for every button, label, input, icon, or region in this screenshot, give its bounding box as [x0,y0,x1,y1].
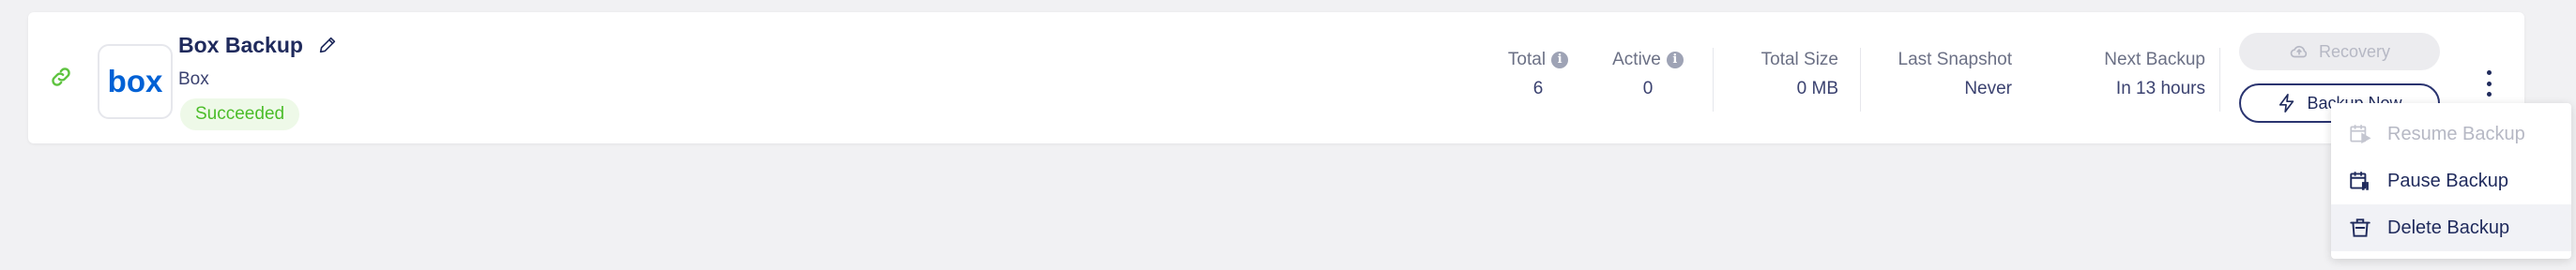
menu-item-pause-backup[interactable]: Pause Backup [2331,158,2571,204]
menu-item-label: Delete Backup [2387,217,2510,238]
menu-item-label: Pause Backup [2387,170,2508,191]
recovery-label: Recovery [2318,41,2391,61]
stat-total-size-value: 0 MB [1796,79,1838,98]
divider [1860,48,1861,112]
stat-total-size: Total Size 0 MB [1736,50,1838,99]
actions-menu: Resume Backup Pause Backup Delete Backup [2331,103,2571,259]
stat-total-size-label: Total Size [1761,50,1838,69]
more-options-icon[interactable] [2481,70,2496,97]
divider [2219,48,2220,112]
backup-card: box Box Backup Box Succeeded Total i 6 A… [28,12,2524,143]
menu-item-label: Resume Backup [2387,123,2525,144]
backup-title: Box Backup [178,33,303,57]
resume-icon [2350,125,2371,144]
app-name: Box [178,69,209,89]
stat-next-backup-value: In 13 hours [2115,79,2205,98]
divider [1713,48,1714,112]
edit-pencil-icon[interactable] [317,35,338,55]
svg-text:box: box [108,65,163,98]
app-logo: box [98,44,173,119]
info-icon[interactable]: i [1551,52,1569,68]
stat-total-value: 6 [1532,79,1544,98]
menu-item-delete-backup[interactable]: Delete Backup [2331,204,2571,251]
stat-total-label: Total [1507,50,1547,69]
stat-next-backup-label: Next Backup [2104,50,2205,69]
stat-next-backup: Next Backup In 13 hours [2065,50,2205,99]
cloud-icon [2290,45,2308,58]
stat-last-snapshot-label: Last Snapshot [1898,50,2012,69]
status-badge: Succeeded [180,98,300,130]
delete-icon [2350,218,2370,237]
page-background: box Box Backup Box Succeeded Total i 6 A… [9,6,2576,270]
link-icon [52,68,70,86]
box-logo: box [108,65,163,98]
stat-active-label: Active [1612,50,1661,69]
stat-active: Active i 0 [1607,50,1689,99]
stat-total: Total i 6 [1505,50,1571,99]
lightning-icon [2279,94,2294,112]
stat-last-snapshot-value: Never [1964,79,2012,98]
recovery-button[interactable]: Recovery [2239,33,2440,70]
info-icon[interactable]: i [1666,52,1684,68]
stat-active-value: 0 [1642,79,1654,98]
stat-last-snapshot: Last Snapshot Never [1867,50,2012,99]
pause-icon [2350,172,2369,190]
menu-item-resume-backup[interactable]: Resume Backup [2331,111,2571,158]
